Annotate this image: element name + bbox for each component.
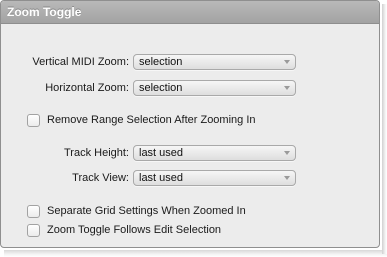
chevron-down-icon — [284, 176, 290, 180]
remove-range-selection-label: Remove Range Selection After Zooming In — [47, 114, 256, 126]
panel-header: Zoom Toggle — [1, 1, 379, 24]
follows-edit-selection-checkbox[interactable] — [27, 224, 40, 237]
panel-shadow-right — [382, 4, 387, 254]
chevron-down-icon — [284, 151, 290, 155]
track-view-label: Track View: — [72, 172, 129, 184]
separate-grid-settings-label: Separate Grid Settings When Zoomed In — [47, 205, 246, 217]
panel-title: Zoom Toggle — [7, 5, 82, 19]
vertical-midi-zoom-value: selection — [139, 56, 183, 68]
track-view-select[interactable]: last used — [133, 170, 296, 186]
panel-shadow-bottom — [4, 250, 387, 257]
remove-range-selection-checkbox[interactable] — [27, 114, 40, 127]
chevron-down-icon — [284, 86, 290, 90]
track-height-select[interactable]: last used — [133, 145, 296, 161]
separate-grid-settings-checkbox[interactable] — [27, 205, 40, 218]
follows-edit-selection-label: Zoom Toggle Follows Edit Selection — [47, 224, 222, 236]
horizontal-zoom-select[interactable]: selection — [133, 80, 296, 96]
horizontal-zoom-label: Horizontal Zoom: — [45, 82, 129, 94]
vertical-midi-zoom-label: Vertical MIDI Zoom: — [32, 56, 129, 68]
track-height-value: last used — [139, 147, 184, 159]
chevron-down-icon — [284, 60, 290, 64]
track-view-value: last used — [139, 172, 184, 184]
horizontal-zoom-value: selection — [139, 82, 183, 94]
track-height-label: Track Height: — [63, 147, 129, 159]
zoom-toggle-panel: Zoom Toggle Vertical MIDI Zoom: selectio… — [0, 0, 380, 248]
vertical-midi-zoom-select[interactable]: selection — [133, 54, 296, 70]
